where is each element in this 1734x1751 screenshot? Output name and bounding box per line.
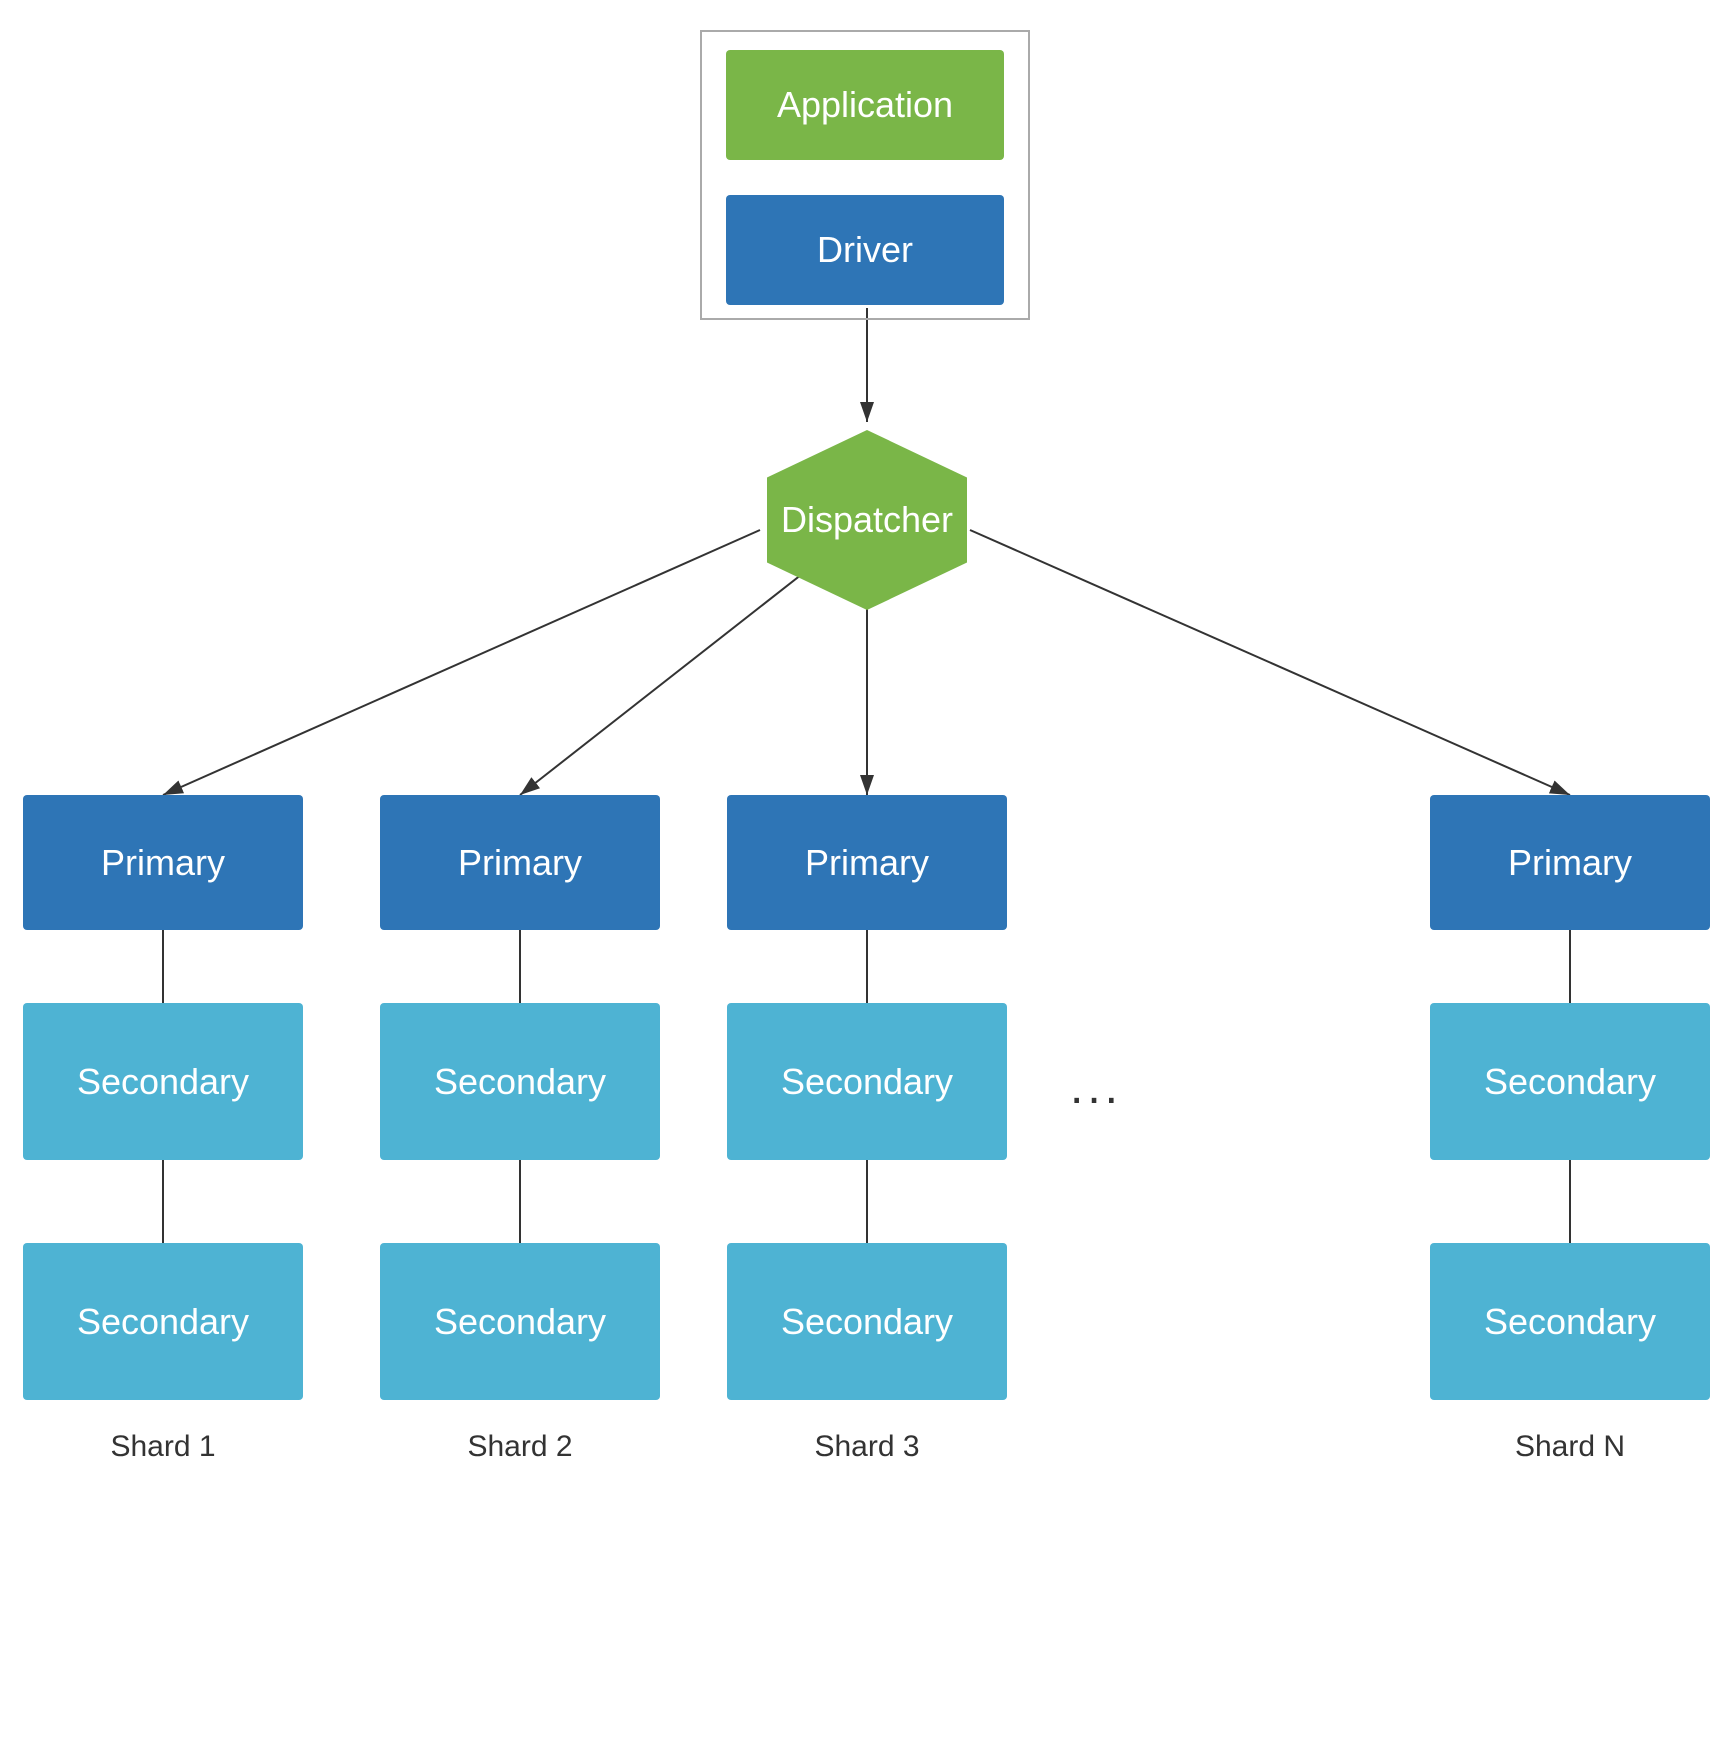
shard2-primary: Primary	[380, 795, 660, 930]
driver-box: Driver	[726, 195, 1004, 305]
shard3-secondary2-label: Secondary	[781, 1301, 953, 1343]
dispatcher-hexagon: Dispatcher	[757, 425, 977, 615]
application-label: Application	[777, 84, 953, 126]
shard1-label: Shard 1	[23, 1430, 303, 1464]
ellipsis: ...	[1070, 1060, 1122, 1115]
shard1-secondary1: Secondary	[23, 1003, 303, 1160]
shardn-primary-label: Primary	[1508, 842, 1632, 884]
shard3-primary-label: Primary	[805, 842, 929, 884]
connector-dispatcher-shardn	[970, 530, 1570, 795]
application-box: Application	[726, 50, 1004, 160]
shard3-secondary1: Secondary	[727, 1003, 1007, 1160]
diagram: Application Driver Dispatcher Primary Se…	[0, 0, 1734, 1751]
shard1-secondary2-label: Secondary	[77, 1301, 249, 1343]
driver-label: Driver	[817, 229, 913, 271]
shard1-primary: Primary	[23, 795, 303, 930]
shard2-primary-label: Primary	[458, 842, 582, 884]
dispatcher-label: Dispatcher	[781, 499, 953, 541]
shardn-label: Shard N	[1430, 1430, 1710, 1464]
shard1-primary-label: Primary	[101, 842, 225, 884]
shard2-secondary1-label: Secondary	[434, 1061, 606, 1103]
shardn-secondary2: Secondary	[1430, 1243, 1710, 1400]
shard3-label: Shard 3	[727, 1430, 1007, 1464]
connector-dispatcher-shard1	[163, 530, 760, 795]
shard2-secondary2-label: Secondary	[434, 1301, 606, 1343]
shard3-secondary2: Secondary	[727, 1243, 1007, 1400]
shard2-label: Shard 2	[380, 1430, 660, 1464]
shardn-secondary1: Secondary	[1430, 1003, 1710, 1160]
shard2-secondary2: Secondary	[380, 1243, 660, 1400]
shardn-secondary2-label: Secondary	[1484, 1301, 1656, 1343]
shard3-primary: Primary	[727, 795, 1007, 930]
shard2-secondary1: Secondary	[380, 1003, 660, 1160]
shard1-secondary1-label: Secondary	[77, 1061, 249, 1103]
dispatcher-wrap: Dispatcher	[757, 420, 977, 620]
shard1-secondary2: Secondary	[23, 1243, 303, 1400]
shardn-primary: Primary	[1430, 795, 1710, 930]
shardn-secondary1-label: Secondary	[1484, 1061, 1656, 1103]
shard3-secondary1-label: Secondary	[781, 1061, 953, 1103]
